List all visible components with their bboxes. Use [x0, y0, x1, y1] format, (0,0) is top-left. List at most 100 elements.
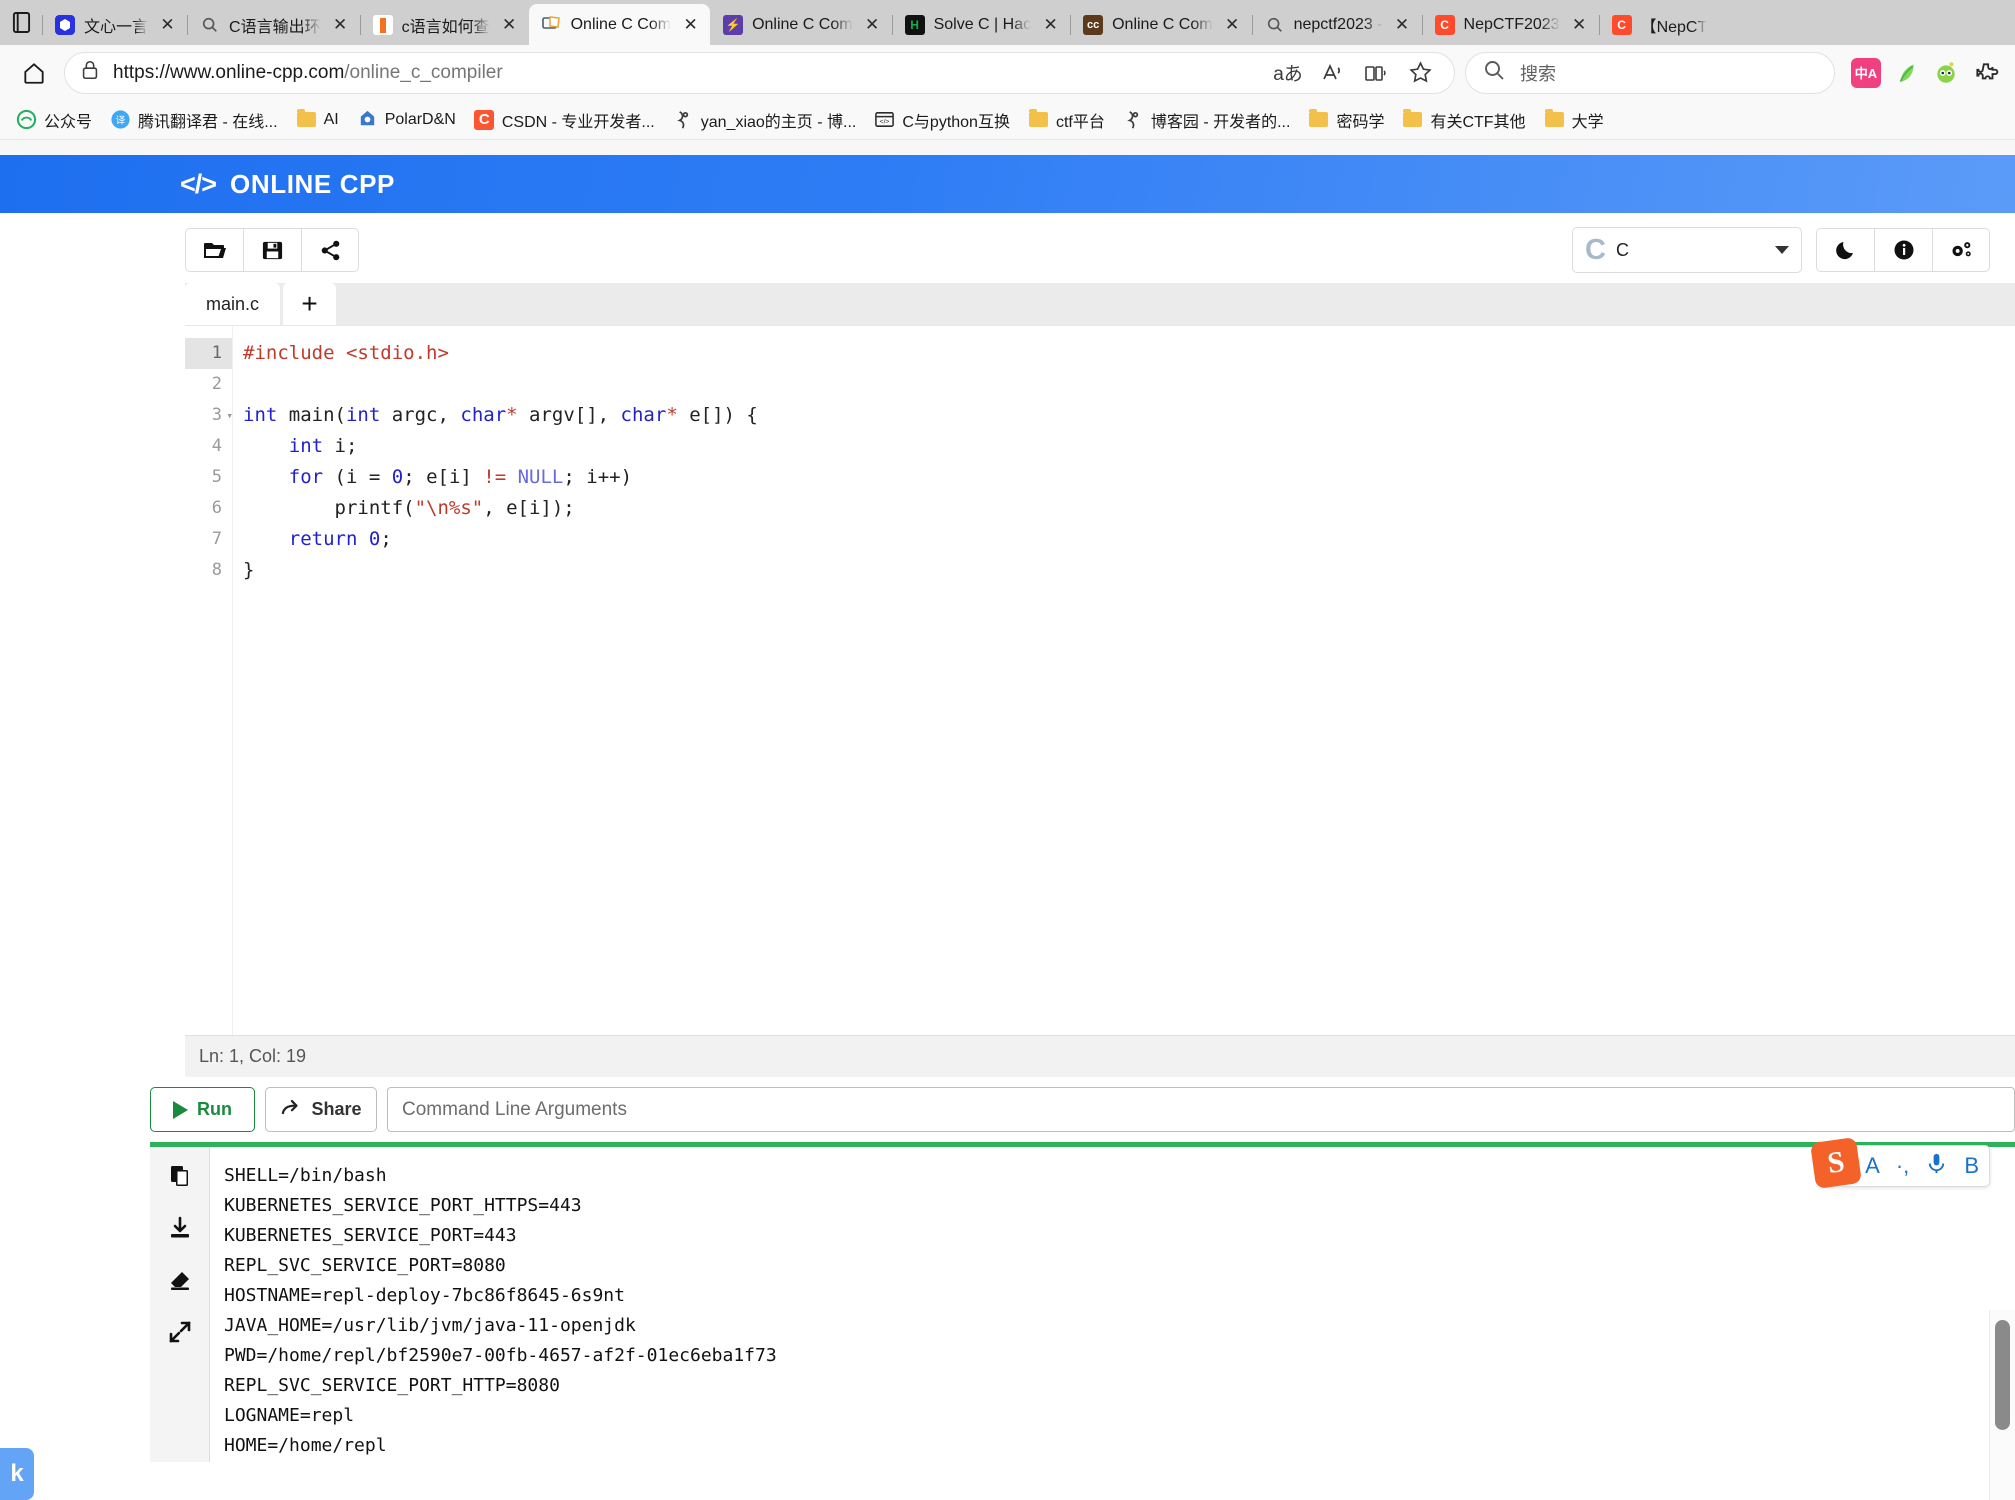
line-number: 2 — [211, 374, 222, 394]
ide-toolbar: C C — [0, 213, 2015, 283]
immersive-reader-icon[interactable] — [1356, 53, 1396, 93]
command-line-arguments-input[interactable]: Command Line Arguments — [387, 1087, 2015, 1132]
mic-icon[interactable] — [1925, 1152, 1948, 1181]
tab-close-icon[interactable]: ✕ — [1569, 14, 1590, 35]
browser-tab[interactable]: 文心一言 ✕ — [42, 4, 187, 45]
add-file-button[interactable]: + — [283, 283, 336, 325]
tab-close-icon[interactable]: ✕ — [680, 14, 701, 35]
line-number: 8 — [211, 560, 222, 580]
browser-tab[interactable]: C 【NepCT — [1598, 4, 1717, 45]
bookmark-item[interactable]: 博客园 - 开发者的... — [1115, 104, 1299, 136]
search-icon — [1265, 15, 1285, 35]
bookmark-item[interactable]: yan_xiao的主页 - 博... — [665, 104, 865, 136]
bookmark-label: PolarD&N — [384, 110, 456, 128]
browser-tab[interactable]: nepctf2023 - ✕ — [1251, 4, 1422, 45]
settings-icon[interactable] — [1932, 228, 1990, 272]
save-icon[interactable] — [243, 228, 301, 272]
run-button[interactable]: Run — [150, 1087, 255, 1132]
expand-icon[interactable] — [165, 1317, 195, 1347]
scrollbar-thumb[interactable] — [1995, 1320, 2010, 1430]
sogou-lang-toggle[interactable]: A — [1865, 1153, 1880, 1179]
file-tab-main-c[interactable]: main.c — [185, 283, 280, 325]
corner-widget[interactable]: k — [0, 1448, 34, 1500]
copy-icon[interactable] — [165, 1161, 195, 1191]
bookmark-item[interactable]: 公众号 — [8, 104, 100, 136]
code-content[interactable]: #include <stdio.h> int main(int argc, ch… — [233, 326, 2015, 1035]
tab-close-icon[interactable]: ✕ — [330, 14, 351, 35]
share-button[interactable]: Share — [265, 1087, 377, 1132]
cnblogs-icon — [673, 109, 694, 130]
tab-title: c语言如何查 — [401, 18, 490, 36]
owl-extension-icon[interactable] — [1931, 58, 1961, 88]
chevron-down-icon[interactable] — [1775, 246, 1789, 254]
bookmark-item[interactable]: AI — [288, 105, 347, 134]
code-editor[interactable]: 1 2 3 ▾ 4 5 6 7 8 #include <stdio.h> int main(in… — [185, 325, 2015, 1035]
leaf-extension-icon[interactable] — [1891, 58, 1921, 88]
bookmark-item[interactable]: </> C与python互换 — [866, 104, 1018, 136]
bookmark-item[interactable]: 有关CTF其他 — [1394, 104, 1533, 136]
tab-close-icon[interactable]: ✕ — [499, 14, 520, 35]
favorite-icon[interactable] — [1400, 53, 1440, 93]
share-icon[interactable] — [301, 228, 359, 272]
tab-title: 【NepCT — [1640, 18, 1708, 36]
browser-tab[interactable]: c语言如何查 ✕ — [359, 4, 529, 45]
browser-tab-active[interactable]: Online C Com ✕ — [528, 4, 711, 45]
browser-tab[interactable]: ⚡ Online C Com ✕ — [710, 4, 891, 45]
tab-search-icon[interactable] — [0, 0, 42, 45]
editor-status-bar: Ln: 1, Col: 19 — [185, 1035, 2015, 1077]
read-aloud-icon[interactable] — [1312, 53, 1352, 93]
console-output[interactable]: SHELL=/bin/bash KUBERNETES_SERVICE_PORT_H… — [210, 1147, 2015, 1462]
puzzle-extension-icon[interactable] — [1971, 58, 2001, 88]
bookmark-item[interactable]: 大学 — [1536, 104, 1612, 136]
console-line: KUBERNETES_SERVICE_PORT_HTTPS=443 — [224, 1195, 582, 1216]
translator-extension-icon[interactable]: 中A — [1851, 57, 1881, 88]
tab-close-icon[interactable]: ✕ — [157, 14, 178, 35]
browser-tab[interactable]: H Solve C | Hac ✕ — [891, 4, 1071, 45]
run-bar: Run Share Command Line Arguments — [150, 1077, 2015, 1142]
app-header: </> ONLINE CPP — [0, 155, 2015, 213]
tab-title: NepCTF2023 — [1463, 15, 1560, 33]
bookmark-item[interactable]: PolarD&N — [349, 105, 464, 134]
clear-icon[interactable] — [165, 1265, 195, 1295]
toolbar-right-group: C C — [1572, 227, 1990, 273]
translate-icon[interactable]: aあ — [1268, 53, 1308, 93]
fold-toggle-icon[interactable]: ▾ — [226, 400, 233, 431]
sogou-punctuation-toggle[interactable]: ·, — [1896, 1153, 1909, 1179]
browser-tab[interactable]: C NepCTF2023 ✕ — [1421, 4, 1599, 45]
bookmark-item[interactable]: 密码学 — [1300, 104, 1392, 136]
navigation-bar: https://www.online-cpp.com/online_c_comp… — [0, 45, 2015, 100]
omnibox-actions: aあ — [1268, 53, 1440, 93]
browser-tab[interactable]: cc Online C Com ✕ — [1070, 4, 1251, 45]
console-line: JAVA_HOME=/usr/lib/jvm/java-11-openjdk — [224, 1315, 636, 1336]
sogou-ime-toolbar[interactable]: S A ·, B — [1810, 1137, 1990, 1189]
tab-title: 文心一言 — [84, 18, 149, 36]
browser-tab[interactable]: C语言输出环 ✕ — [187, 4, 360, 45]
tab-close-icon[interactable]: ✕ — [862, 14, 883, 35]
download-icon[interactable] — [165, 1213, 195, 1243]
code-line: for (i = 0; e[i] != NULL; i++) — [288, 466, 633, 488]
moon-icon[interactable] — [1816, 228, 1874, 272]
code-line: return 0; — [288, 528, 392, 550]
search-input[interactable]: 搜索 — [1465, 51, 1835, 94]
tab-close-icon[interactable]: ✕ — [1222, 14, 1243, 35]
sogou-more-button[interactable]: B — [1964, 1153, 1979, 1179]
tab-title: Online C Com — [1112, 15, 1213, 33]
sogou-logo-icon[interactable]: S — [1810, 1137, 1863, 1189]
tab-close-icon[interactable]: ✕ — [1040, 14, 1061, 35]
open-folder-icon[interactable] — [185, 228, 243, 272]
info-icon[interactable] — [1874, 228, 1932, 272]
bookmark-item[interactable]: 译 腾讯翻译君 - 在线... — [102, 104, 286, 136]
address-bar[interactable]: https://www.online-cpp.com/online_c_comp… — [64, 51, 1455, 94]
run-label: Run — [197, 1099, 232, 1119]
csdn-icon: C — [474, 109, 495, 130]
bookmark-item[interactable]: ctf平台 — [1020, 104, 1113, 136]
tab-title: Online C Com — [570, 15, 672, 33]
hackerrank-icon: H — [904, 14, 925, 35]
bookmark-item[interactable]: C CSDN - 专业开发者... — [466, 104, 663, 136]
tab-title: Online C Com — [752, 15, 853, 33]
language-select[interactable]: C C — [1572, 227, 1802, 273]
share-label: Share — [311, 1099, 362, 1119]
tab-close-icon[interactable]: ✕ — [1392, 14, 1413, 35]
console-scrollbar[interactable] — [1989, 1310, 2015, 1500]
home-icon[interactable] — [14, 53, 54, 93]
